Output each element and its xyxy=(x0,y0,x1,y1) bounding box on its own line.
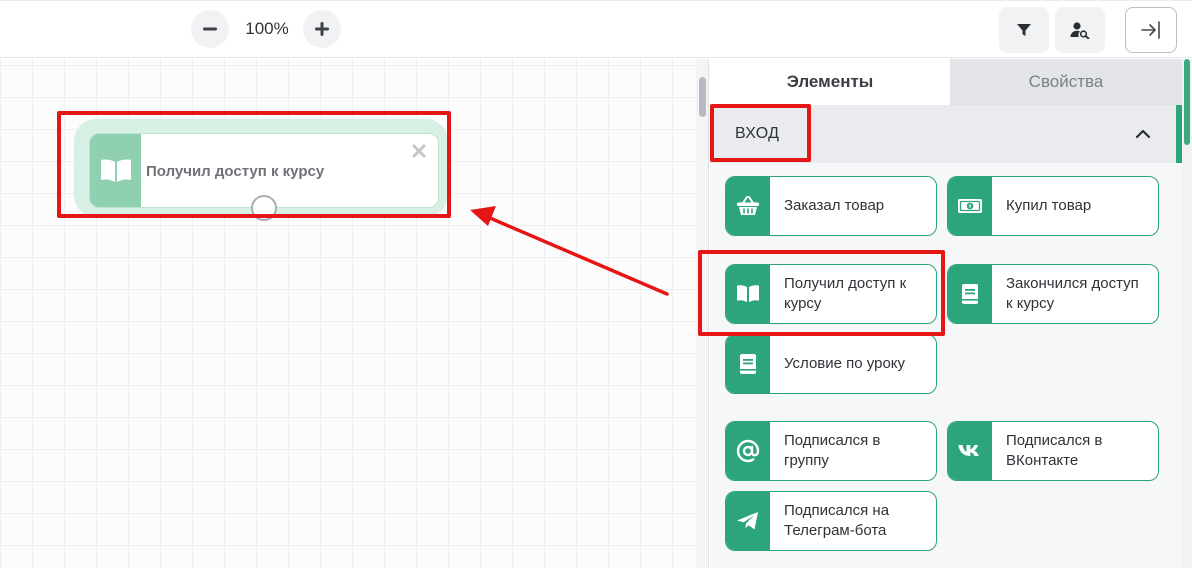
element-ordered-product[interactable]: Заказал товар xyxy=(725,176,937,236)
element-got-course-access[interactable]: Получил доступ к курсу xyxy=(725,264,937,324)
telegram-icon xyxy=(737,512,758,530)
item-icon-block xyxy=(726,492,770,550)
minus-icon xyxy=(203,27,217,31)
item-icon-block xyxy=(948,422,992,480)
plus-icon xyxy=(315,22,329,36)
filter-button[interactable] xyxy=(999,7,1049,53)
closed-book-icon xyxy=(962,284,978,304)
section-title: ВХОД xyxy=(735,125,780,142)
close-icon xyxy=(412,144,426,158)
element-bought-product[interactable]: Купил товар xyxy=(947,176,1159,236)
panel-scrollbar-thumb[interactable] xyxy=(1184,59,1190,145)
item-icon-block xyxy=(726,335,770,393)
element-lesson-condition[interactable]: Условие по уроку xyxy=(725,334,937,394)
filter-icon xyxy=(1017,24,1031,36)
collapse-panel-icon xyxy=(1141,21,1160,39)
panel-scrollbar[interactable] xyxy=(1182,59,1192,568)
item-icon-block xyxy=(726,177,770,235)
canvas-scrollbar[interactable] xyxy=(696,59,709,568)
item-label: Купил товар xyxy=(1006,197,1092,214)
chevron-up-icon xyxy=(1135,129,1151,139)
banknote-icon xyxy=(958,199,982,213)
item-icon-block xyxy=(726,422,770,480)
user-search-icon xyxy=(1070,22,1090,39)
item-label: Закончился доступ к курсу xyxy=(1006,275,1139,312)
at-sign-icon xyxy=(736,439,760,463)
tab-elements[interactable]: Элементы xyxy=(710,59,950,105)
element-course-access-ended[interactable]: Закончился доступ к курсу xyxy=(947,264,1159,324)
element-subscribed-vk[interactable]: Подписался в ВКонтакте xyxy=(947,421,1159,481)
section-header-entry[interactable]: ВХОД xyxy=(710,105,1182,163)
item-label: Подписался в ВКонтакте xyxy=(1006,432,1103,469)
item-icon-block xyxy=(948,265,992,323)
canvas-scrollbar-thumb[interactable] xyxy=(699,77,706,117)
user-search-button[interactable] xyxy=(1055,7,1105,53)
item-icon-block xyxy=(948,177,992,235)
element-subscribed-telegram-bot[interactable]: Подписался на Телеграм-бота xyxy=(725,491,937,551)
item-label: Получил доступ к курсу xyxy=(784,275,907,312)
vk-icon xyxy=(958,445,979,456)
open-book-icon xyxy=(737,285,759,303)
element-subscribed-group[interactable]: Подписался в группу xyxy=(725,421,937,481)
basket-icon xyxy=(737,196,759,215)
node-close-button[interactable] xyxy=(411,143,427,159)
tab-properties[interactable]: Свойства xyxy=(950,59,1182,105)
elements-panel: Элементы Свойства ВХОД Заказал товар Куп… xyxy=(710,59,1182,568)
node-output-port[interactable] xyxy=(251,195,277,221)
top-toolbar: 100% xyxy=(0,0,1192,58)
node-icon-block xyxy=(90,134,141,207)
panel-tabs: Элементы Свойства xyxy=(710,59,1182,105)
zoom-in-button[interactable] xyxy=(303,10,341,48)
zoom-level: 100% xyxy=(245,19,289,38)
item-icon-block xyxy=(726,265,770,323)
collapse-panel-button[interactable] xyxy=(1125,7,1177,53)
item-label: Подписался в группу xyxy=(784,432,881,469)
node-label: Получил доступ к курсу xyxy=(146,163,325,180)
open-book-icon xyxy=(100,159,131,182)
zoom-out-button[interactable] xyxy=(191,10,229,48)
item-label: Заказал товар xyxy=(784,197,885,214)
item-label: Условие по уроку xyxy=(784,355,906,372)
closed-book-icon xyxy=(740,354,756,374)
item-label: Подписался на Телеграм-бота xyxy=(784,502,890,539)
